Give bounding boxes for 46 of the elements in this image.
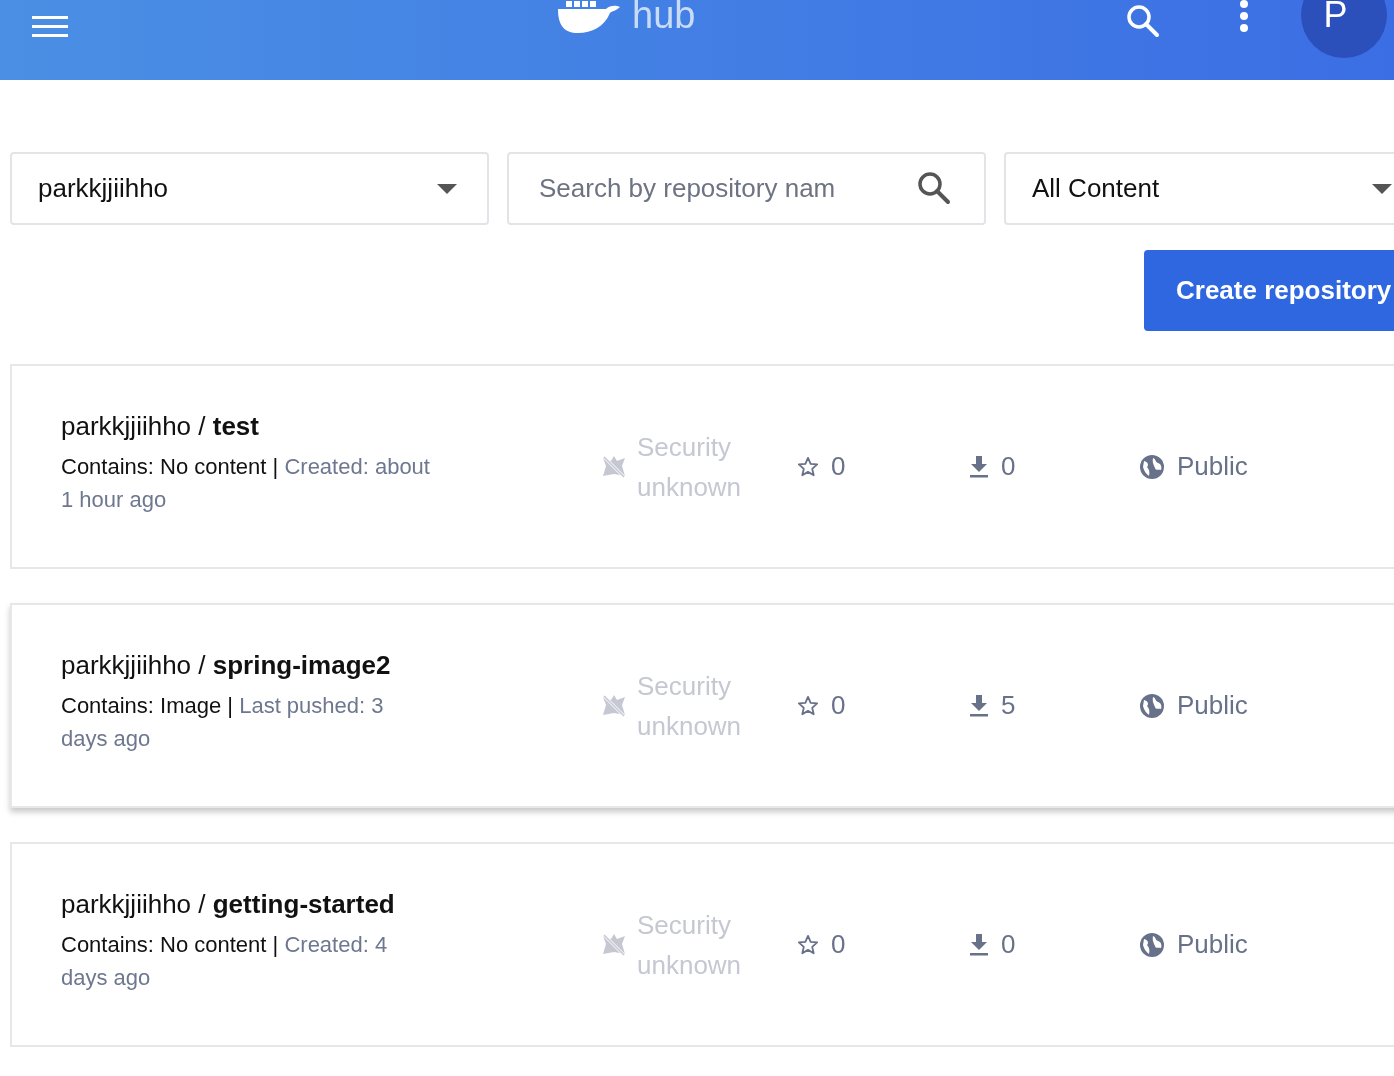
create-repository-button[interactable]: Create repository — [1144, 250, 1394, 331]
repository-title[interactable]: parkkjjiihho / test — [61, 411, 601, 442]
star-count: 0 — [831, 929, 846, 960]
repository-description: Contains: No content | Created: about 1 hour ago — [61, 453, 431, 514]
repository-description: Contains: No content | Created: 4 days ago — [61, 931, 389, 992]
caret-icon — [437, 183, 457, 194]
pull-count: 5 — [1001, 690, 1016, 721]
visibility-text: Public — [1177, 451, 1248, 482]
repository-description: Contains: Image | Last pushed: 3 days ago — [61, 692, 385, 753]
download-icon — [969, 455, 989, 478]
caret-icon — [1372, 183, 1392, 194]
logo-text: hub — [632, 0, 696, 37]
star-icon — [797, 455, 819, 478]
repository-card[interactable]: parkkjjiihho / test Contains: No content | Created: about 1 hour ago Security unknown 0 0 Public — [10, 364, 1394, 569]
star-icon — [797, 694, 819, 717]
search-icon — [916, 170, 952, 206]
content-filter-dropdown[interactable]: All Content — [1004, 152, 1394, 225]
repository-card[interactable]: parkkjjiihho / spring-image2 Contains: Image | Last pushed: 3 days ago Security unknown 0 5 Public — [10, 603, 1394, 808]
shield-off-icon — [601, 692, 627, 719]
pull-count: 0 — [1001, 929, 1016, 960]
repository-card[interactable]: parkkjjiihho / getting-started Contains: No content | Created: 4 days ago Security unknown 0 0 Public — [10, 842, 1394, 1047]
pull-count: 0 — [1001, 451, 1016, 482]
namespace-dropdown[interactable]: parkkjjiihho — [10, 152, 489, 225]
globe-icon — [1139, 453, 1165, 480]
globe-icon — [1139, 931, 1165, 958]
visibility-text: Public — [1177, 690, 1248, 721]
security-status-text: Security unknown — [637, 669, 743, 743]
repository-title[interactable]: parkkjjiihho / spring-image2 — [61, 650, 601, 681]
globe-icon — [1139, 692, 1165, 719]
security-status-text: Security unknown — [637, 430, 743, 504]
whale-logo-icon[interactable] — [556, 0, 622, 35]
star-icon — [797, 933, 819, 956]
search-icon[interactable] — [1125, 3, 1162, 39]
download-icon — [969, 694, 989, 717]
search-field[interactable]: Search by repository nam — [507, 152, 986, 225]
visibility-text: Public — [1177, 929, 1248, 960]
shield-off-icon — [601, 453, 627, 480]
star-count: 0 — [831, 451, 846, 482]
star-count: 0 — [831, 690, 846, 721]
repository-title[interactable]: parkkjjiihho / getting-started — [61, 889, 601, 920]
download-icon — [969, 933, 989, 956]
user-avatar[interactable]: P — [1301, 0, 1388, 58]
more-options-icon[interactable] — [1239, 0, 1250, 34]
security-status-text: Security unknown — [637, 908, 743, 982]
menu-icon[interactable] — [32, 14, 68, 38]
shield-off-icon — [601, 931, 627, 958]
